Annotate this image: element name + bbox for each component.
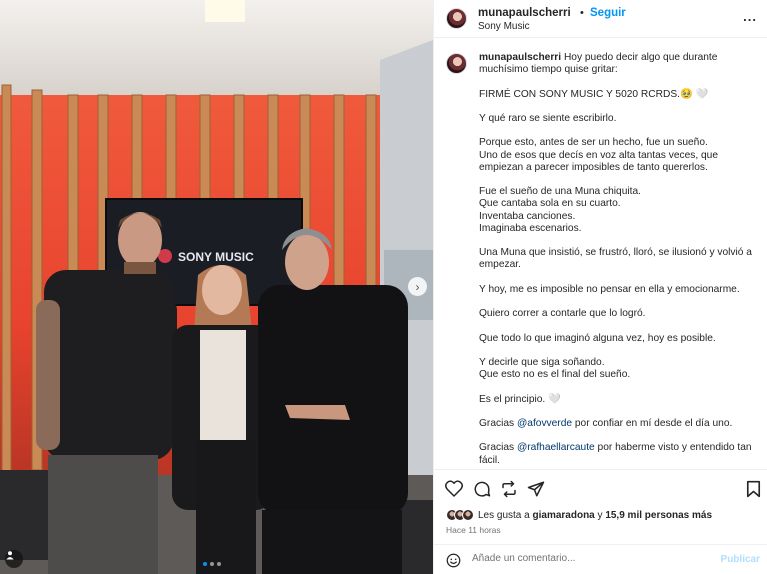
mention-link[interactable]: @rafhaellarcaute xyxy=(517,442,595,453)
caption-line: FIRMÉ CON SONY MUSIC Y 5020 RCRDS.🥹 🤍 xyxy=(479,88,709,100)
tv-logo-text: SONY MUSIC xyxy=(178,250,254,264)
author-username[interactable]: munapaulscherri xyxy=(478,7,571,19)
tagged-people-button[interactable] xyxy=(5,550,23,568)
carousel-dots xyxy=(203,562,221,566)
post-time[interactable]: Hace 11 horas xyxy=(446,525,501,535)
caption-line: Que cantaba sola en su cuarto. xyxy=(479,198,621,210)
send-button[interactable] xyxy=(527,480,545,498)
carousel-dot-active xyxy=(203,562,207,566)
likes-conj: y xyxy=(597,509,603,521)
caption-text: munapaulscherri Hoy puedo decir algo que… xyxy=(479,52,759,469)
caption-line: Quiero correr a contarle que lo logró. xyxy=(479,308,646,320)
chevron-right-icon: › xyxy=(415,279,420,294)
caption-username[interactable]: munapaulscherri xyxy=(479,52,561,63)
emoji-icon[interactable] xyxy=(446,553,461,568)
likes-text: Les gusta a giamaradona y 15,9 mil perso… xyxy=(478,510,712,521)
caption-line: Y qué raro se siente escribirlo. xyxy=(479,112,617,124)
person-icon xyxy=(6,551,14,560)
publish-button[interactable]: Publicar xyxy=(721,554,760,565)
comment-input[interactable] xyxy=(472,553,712,564)
follow-button[interactable]: Seguir xyxy=(590,7,626,19)
caption-line: Inventaba canciones. xyxy=(479,210,576,222)
caption-line: Que esto no es el final del sueño. xyxy=(479,369,631,381)
more-options-icon[interactable]: ... xyxy=(743,9,757,24)
share-icon xyxy=(502,480,516,498)
likes-prefix: Les gusta a xyxy=(478,509,530,521)
likes-count[interactable]: 15,9 mil personas más xyxy=(605,510,712,521)
separator-dot: • xyxy=(580,7,584,19)
carousel-dot xyxy=(217,562,221,566)
caption-line: Es el principio. 🤍 xyxy=(479,393,561,405)
post-photo[interactable]: SONY MUSIC › xyxy=(0,0,433,574)
post-header: munapaulscherri • Seguir Sony Music ... xyxy=(434,0,767,38)
post-actions: Les gusta a giamaradona y 15,9 mil perso… xyxy=(434,469,767,569)
caption-line: Imaginaba escenarios. xyxy=(479,222,582,234)
post-location[interactable]: Sony Music xyxy=(478,21,530,32)
likes-summary: Les gusta a giamaradona y 15,9 mil perso… xyxy=(446,508,712,522)
caption-line: Que todo lo que imaginó alguna vez, hoy … xyxy=(479,332,716,344)
avatar[interactable] xyxy=(446,8,467,29)
bookmark-icon xyxy=(746,480,761,498)
caption-line: Uno de esos que decís en voz alta tantas… xyxy=(479,149,718,173)
caption-line: Fue el sueño de una Muna chiquita. xyxy=(479,186,641,198)
comment-button[interactable] xyxy=(473,480,491,498)
caption-text-part: por confiar en mí desde el día uno. xyxy=(574,417,733,429)
caption-line: Una Muna que insistió, se frustró, lloró… xyxy=(479,247,752,271)
caption-line: Porque esto, antes de ser un hecho, fue … xyxy=(479,137,708,149)
caption-line: Y decirle que siga soñando. xyxy=(479,356,605,368)
caption-area: munapaulscherri Hoy puedo decir algo que… xyxy=(434,48,767,469)
comment-icon xyxy=(474,481,491,497)
photo-scene: SONY MUSIC xyxy=(0,0,433,574)
share-button[interactable] xyxy=(500,480,518,498)
avatar[interactable] xyxy=(446,53,467,74)
caption-text-part: Gracias xyxy=(479,442,515,454)
send-icon xyxy=(527,481,545,497)
caption-line: Y hoy, me es imposible no pensar en ella… xyxy=(479,283,740,295)
heart-icon xyxy=(445,480,463,497)
avatar xyxy=(462,509,474,521)
post-sidebar: munapaulscherri • Seguir Sony Music ... … xyxy=(433,0,767,574)
like-button[interactable] xyxy=(445,480,463,497)
next-slide-button[interactable]: › xyxy=(408,277,427,296)
carousel-dot xyxy=(210,562,214,566)
mention-link[interactable]: @afovverde xyxy=(517,418,572,429)
liker-username[interactable]: giamaradona xyxy=(533,510,595,521)
save-button[interactable] xyxy=(746,480,761,498)
comment-bar: Publicar xyxy=(434,544,767,574)
caption-text-part: Gracias xyxy=(479,417,515,429)
